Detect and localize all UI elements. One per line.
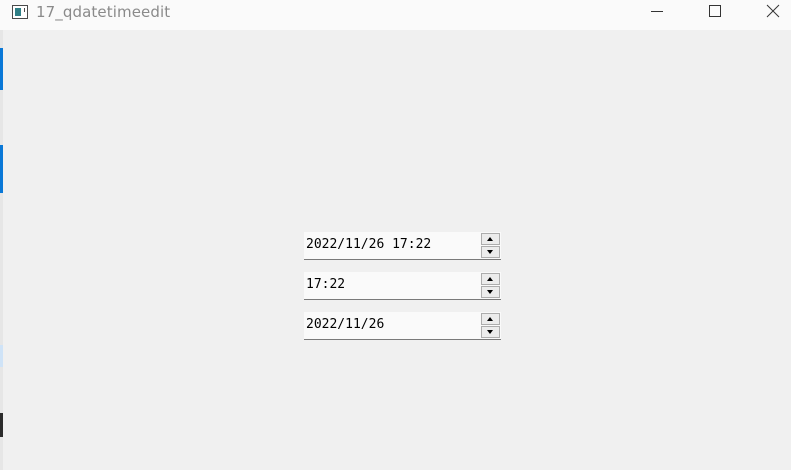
background-window-strip bbox=[0, 145, 3, 193]
app-window: 17_qdatetimeedit 2022/11/26 17:22 17:22 … bbox=[0, 0, 791, 470]
time-edit-value[interactable]: 17:22 bbox=[306, 277, 345, 292]
date-edit[interactable]: 2022/11/26 bbox=[304, 312, 501, 340]
arrow-up-icon bbox=[487, 277, 493, 281]
datetime-step-up-button[interactable] bbox=[481, 233, 500, 245]
time-step-down-button[interactable] bbox=[481, 286, 500, 298]
date-step-up-button[interactable] bbox=[481, 313, 500, 325]
minimize-button[interactable] bbox=[628, 0, 686, 30]
arrow-up-icon bbox=[487, 317, 493, 321]
datetime-edit[interactable]: 2022/11/26 17:22 bbox=[304, 232, 501, 260]
minimize-icon bbox=[651, 11, 663, 12]
background-window-strip bbox=[0, 413, 3, 437]
datetime-spinbox bbox=[481, 233, 500, 258]
date-edit-value[interactable]: 2022/11/26 bbox=[306, 317, 384, 332]
maximize-button[interactable] bbox=[686, 0, 744, 30]
maximize-icon bbox=[709, 5, 721, 17]
date-spinbox bbox=[481, 313, 500, 338]
background-window-strip bbox=[0, 48, 3, 90]
time-spinbox bbox=[481, 273, 500, 298]
title-bar[interactable]: 17_qdatetimeedit bbox=[0, 0, 791, 30]
window-title: 17_qdatetimeedit bbox=[36, 3, 171, 21]
app-icon bbox=[12, 5, 28, 19]
datetime-edit-value[interactable]: 2022/11/26 17:22 bbox=[306, 237, 431, 252]
datetime-step-down-button[interactable] bbox=[481, 246, 500, 258]
time-edit[interactable]: 17:22 bbox=[304, 272, 501, 300]
background-window-strip bbox=[0, 345, 3, 367]
close-icon bbox=[766, 4, 780, 18]
arrow-up-icon bbox=[487, 237, 493, 241]
close-button[interactable] bbox=[744, 0, 791, 30]
left-window-edge bbox=[0, 30, 3, 470]
arrow-down-icon bbox=[487, 330, 493, 334]
time-step-up-button[interactable] bbox=[481, 273, 500, 285]
date-step-down-button[interactable] bbox=[481, 326, 500, 338]
arrow-down-icon bbox=[487, 250, 493, 254]
arrow-down-icon bbox=[487, 290, 493, 294]
